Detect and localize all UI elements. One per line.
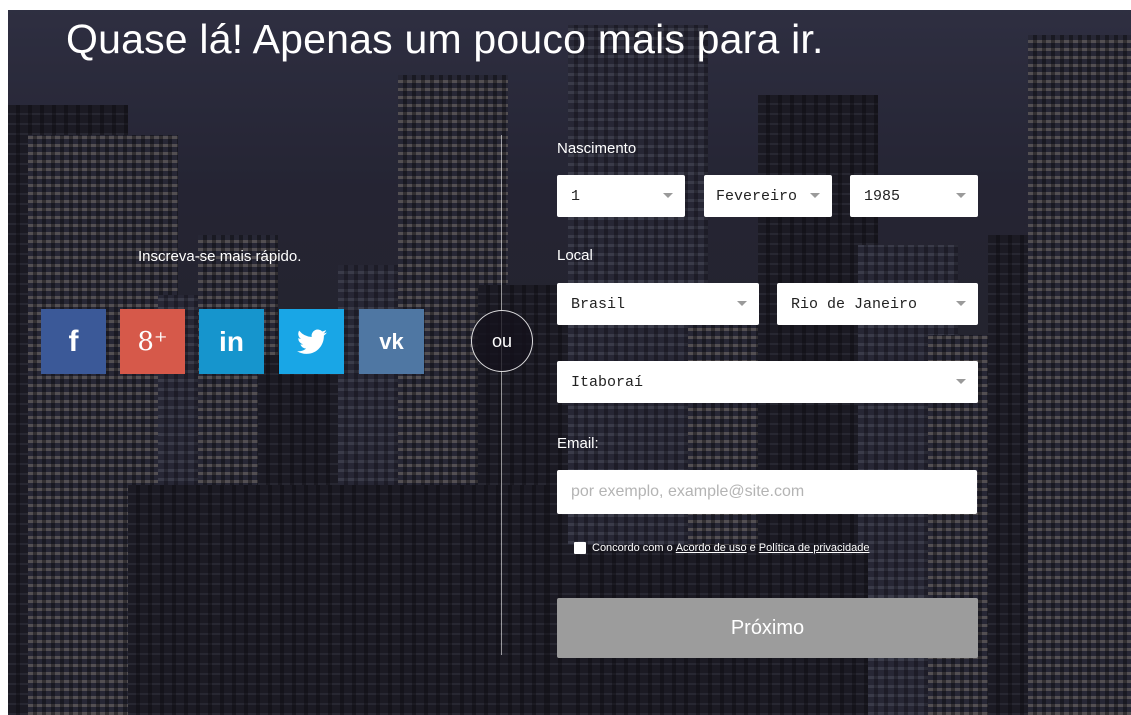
chevron-down-icon: [956, 301, 966, 306]
city-select[interactable]: Itaboraí: [557, 361, 978, 403]
chevron-down-icon: [810, 193, 820, 198]
birth-year-select[interactable]: 1985: [850, 175, 978, 217]
twitter-button[interactable]: [279, 309, 344, 374]
google-plus-button[interactable]: 8⁺: [120, 309, 185, 374]
facebook-button[interactable]: f: [41, 309, 106, 374]
page-title: Quase lá! Apenas um pouco mais para ir.: [66, 16, 824, 62]
state-select[interactable]: Rio de Janeiro: [777, 283, 978, 325]
chevron-down-icon: [663, 193, 673, 198]
next-button-label: Próximo: [730, 616, 805, 639]
city-value: Itaboraí: [571, 373, 644, 391]
birth-day-value: 1: [571, 187, 581, 205]
chevron-down-icon: [737, 301, 747, 306]
agree-checkbox[interactable]: [574, 542, 586, 554]
state-value: Rio de Janeiro: [791, 295, 918, 313]
agree-conjunction: e: [749, 542, 756, 554]
linkedin-button[interactable]: in: [199, 309, 264, 374]
vk-button[interactable]: vk: [359, 309, 424, 374]
chevron-down-icon: [956, 193, 966, 198]
signup-panel: Quase lá! Apenas um pouco mais para ir. …: [8, 10, 1131, 715]
chevron-down-icon: [956, 379, 966, 384]
linkedin-icon: in: [219, 325, 244, 357]
agreement-row: Concordo com o Acordo de uso e Política …: [574, 542, 869, 554]
birth-year-value: 1985: [864, 187, 901, 205]
google-plus-icon: 8⁺: [137, 326, 168, 357]
twitter-icon: [296, 328, 327, 354]
country-value: Brasil: [571, 295, 626, 313]
or-divider: ou: [471, 310, 533, 372]
birth-label: Nascimento: [557, 140, 637, 157]
email-label: Email:: [557, 435, 599, 452]
or-text: ou: [491, 330, 513, 351]
birth-month-select[interactable]: Fevereiro: [704, 175, 832, 217]
location-label: Local: [557, 247, 593, 264]
country-select[interactable]: Brasil: [557, 283, 759, 325]
email-field[interactable]: [557, 470, 977, 514]
quick-signup-label: Inscreva-se mais rápido.: [138, 248, 302, 265]
next-button[interactable]: Próximo: [557, 598, 978, 658]
privacy-policy-link[interactable]: Política de privacidade: [759, 542, 870, 554]
birth-day-select[interactable]: 1: [557, 175, 685, 217]
agree-prefix-text: Concordo com o: [592, 542, 673, 554]
birth-month-value: Fevereiro: [716, 187, 798, 205]
vk-icon: vk: [379, 328, 404, 354]
facebook-icon: f: [68, 324, 79, 358]
divider-line: [501, 135, 502, 655]
terms-of-use-link[interactable]: Acordo de uso: [676, 542, 747, 554]
